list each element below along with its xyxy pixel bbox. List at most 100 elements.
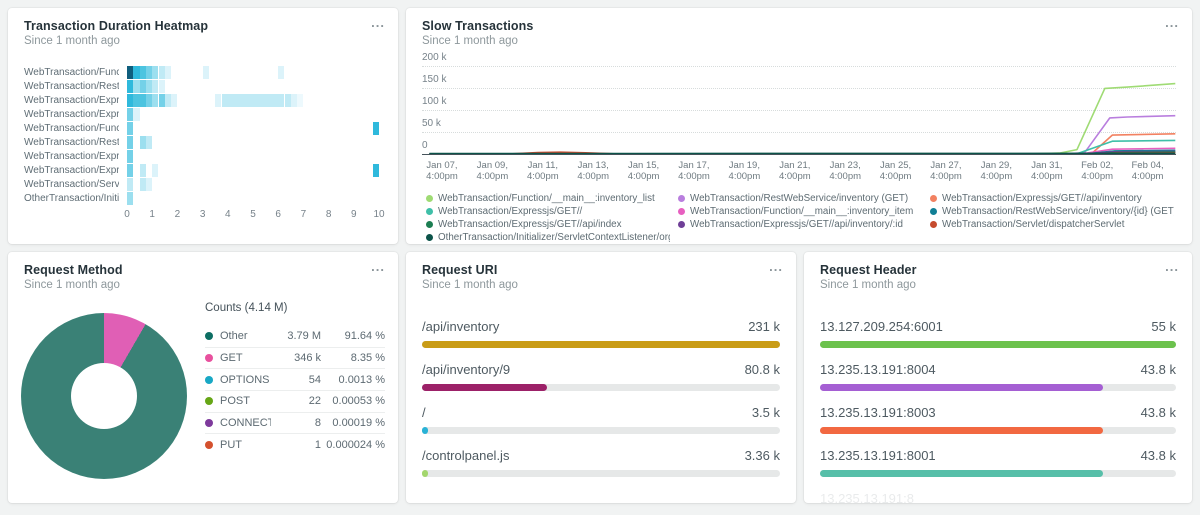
heatmap-row-label: WebTransaction/Expre... — [24, 151, 119, 162]
x-tick-date: Jan 11, — [527, 160, 559, 171]
legend-label: OtherTransaction/Initializer/ServletCont… — [438, 231, 670, 244]
heatmap-cell — [373, 164, 379, 177]
panel-header: Request URI Since 1 month ago — [406, 252, 796, 291]
legend-dot-icon — [426, 234, 433, 241]
count-row[interactable]: CONNECT80.00019 % — [205, 412, 385, 434]
bar-row-header: /3.5 k — [422, 404, 780, 421]
x-axis-line — [422, 154, 1176, 155]
legend-item[interactable]: WebTransaction/Expressjs/GET//api/invent… — [930, 192, 1174, 205]
x-tick-time: 4:00pm — [1081, 171, 1113, 182]
method-percent: 8.35 % — [321, 352, 385, 364]
bar-label: 13.235.13.191:8 — [820, 490, 914, 503]
bar-row: 13.235.13.191:800443.8 k — [820, 361, 1176, 391]
counts-table: Counts (4.14 M) Other3.79 M91.64 %GET346… — [205, 302, 385, 455]
legend-label: WebTransaction/Expressjs/GET// — [438, 205, 582, 218]
bar-label: 13.235.13.191:8003 — [820, 404, 936, 421]
legend-dot-icon — [678, 208, 685, 215]
legend-dot-icon — [426, 195, 433, 202]
bar-track — [422, 427, 780, 434]
bar-label: / — [422, 404, 426, 421]
heatmap-row: WebTransaction/Functi... — [24, 65, 382, 79]
heatmap-row: OtherTransaction/Initia... — [24, 191, 382, 205]
line-chart-svg — [422, 54, 1176, 158]
legend-item[interactable]: WebTransaction/Expressjs/GET//api/index — [426, 218, 670, 231]
donut-chart — [21, 313, 187, 479]
legend-item[interactable]: OtherTransaction/Initializer/ServletCont… — [426, 231, 670, 244]
bar-fill — [422, 341, 780, 348]
x-tick-time: 4:00pm — [930, 171, 962, 182]
bar-label: 13.235.13.191:8001 — [820, 447, 936, 464]
bar-track — [820, 427, 1176, 434]
x-tick-time: 4:00pm — [477, 171, 509, 182]
panel-menu-button[interactable]: ... — [371, 258, 385, 276]
x-tick-time: 4:00pm — [880, 171, 912, 182]
panel-request-uri: Request URI Since 1 month ago ... /api/i… — [406, 252, 796, 503]
legend-item[interactable]: WebTransaction/Expressjs/GET// — [426, 205, 670, 218]
legend-item[interactable]: WebTransaction/RestWebService/inventory/… — [930, 205, 1174, 218]
legend-item[interactable]: WebTransaction/Function/__main__:invento… — [426, 192, 670, 205]
legend-label: WebTransaction/Expressjs/GET//api/index — [438, 218, 622, 231]
method-percent: 0.00053 % — [321, 395, 385, 407]
count-row[interactable]: Other3.79 M91.64 % — [205, 325, 385, 347]
heatmap-x-axis: 012345678910 — [127, 209, 382, 225]
bar-track — [422, 341, 780, 348]
bar-track — [820, 341, 1176, 348]
heatmap-cell — [373, 122, 379, 135]
x-tick-time: 4:00pm — [829, 171, 861, 182]
heatmap-row-cells — [127, 136, 382, 149]
x-tick-time: 4:00pm — [729, 171, 761, 182]
panel-title: Request URI — [422, 263, 780, 277]
heatmap-cell — [127, 192, 133, 205]
method-count: 1 — [271, 439, 321, 451]
x-axis-tick-label: Jan 09,4:00pm — [477, 160, 509, 182]
heatmap-cell — [165, 66, 171, 79]
heatmap-row-label: WebTransaction/Functi... — [24, 67, 119, 78]
legend-item[interactable]: WebTransaction/Expressjs/GET//api/invent… — [678, 218, 922, 231]
heatmap-row-cells — [127, 108, 382, 121]
panel-menu-button[interactable]: ... — [769, 258, 783, 276]
heatmap-row: WebTransaction/Expre... — [24, 107, 382, 121]
heatmap-cell — [127, 122, 133, 135]
bar-row: 13.235.13.191:800343.8 k — [820, 404, 1176, 434]
bar-row-header: /controlpanel.js3.36 k — [422, 447, 780, 464]
legend-column: WebTransaction/RestWebService/inventory … — [678, 192, 930, 244]
heatmap-row: WebTransaction/Expre... — [24, 93, 382, 107]
panel-subtitle: Since 1 month ago — [422, 279, 780, 291]
x-tick-time: 4:00pm — [678, 171, 710, 182]
legend-item[interactable]: WebTransaction/RestWebService/inventory … — [678, 192, 922, 205]
heatmap-x-tick: 9 — [351, 209, 357, 220]
x-tick-time: 4:00pm — [628, 171, 660, 182]
bar-list: /api/inventory231 k/api/inventory/980.8 … — [422, 318, 780, 490]
x-tick-date: Jan 31, — [1031, 160, 1063, 171]
panel-title: Slow Transactions — [422, 19, 1176, 33]
bar-list: 13.127.209.254:600155 k13.235.13.191:800… — [820, 318, 1176, 503]
heatmap-chart: WebTransaction/Functi...WebTransaction/R… — [24, 65, 382, 225]
panel-subtitle: Since 1 month ago — [24, 279, 382, 291]
legend-dot-icon — [930, 195, 937, 202]
method-dot-icon — [205, 419, 213, 427]
heatmap-row-label: OtherTransaction/Initia... — [24, 193, 119, 204]
x-axis-tick-label: Jan 07,4:00pm — [426, 160, 458, 182]
heatmap-cell — [146, 178, 152, 191]
x-tick-date: Jan 25, — [880, 160, 912, 171]
heatmap-cell — [127, 136, 133, 149]
count-row[interactable]: POST220.00053 % — [205, 390, 385, 412]
panel-header: Request Method Since 1 month ago — [8, 252, 398, 291]
count-row[interactable]: PUT10.000024 % — [205, 433, 385, 455]
x-tick-date: Jan 17, — [678, 160, 710, 171]
panel-menu-button[interactable]: ... — [1165, 258, 1179, 276]
legend-item[interactable]: WebTransaction/Servlet/dispatcherServlet — [930, 218, 1174, 231]
bar-row: /api/inventory/980.8 k — [422, 361, 780, 391]
bar-row: /3.5 k — [422, 404, 780, 434]
method-label: CONNECT — [220, 417, 271, 429]
panel-menu-button[interactable]: ... — [371, 14, 385, 32]
legend-column: WebTransaction/Expressjs/GET//api/invent… — [930, 192, 1182, 244]
bar-fill — [422, 470, 428, 477]
method-dot-icon — [205, 332, 213, 340]
count-row[interactable]: OPTIONS540.0013 % — [205, 368, 385, 390]
heatmap-row-cells — [127, 94, 382, 107]
legend-item[interactable]: WebTransaction/Function/__main__:invento… — [678, 205, 922, 218]
count-row[interactable]: GET346 k8.35 % — [205, 347, 385, 369]
panel-menu-button[interactable]: ... — [1165, 14, 1179, 32]
x-axis-labels: Jan 07,4:00pmJan 09,4:00pmJan 11,4:00pmJ… — [422, 160, 1176, 184]
